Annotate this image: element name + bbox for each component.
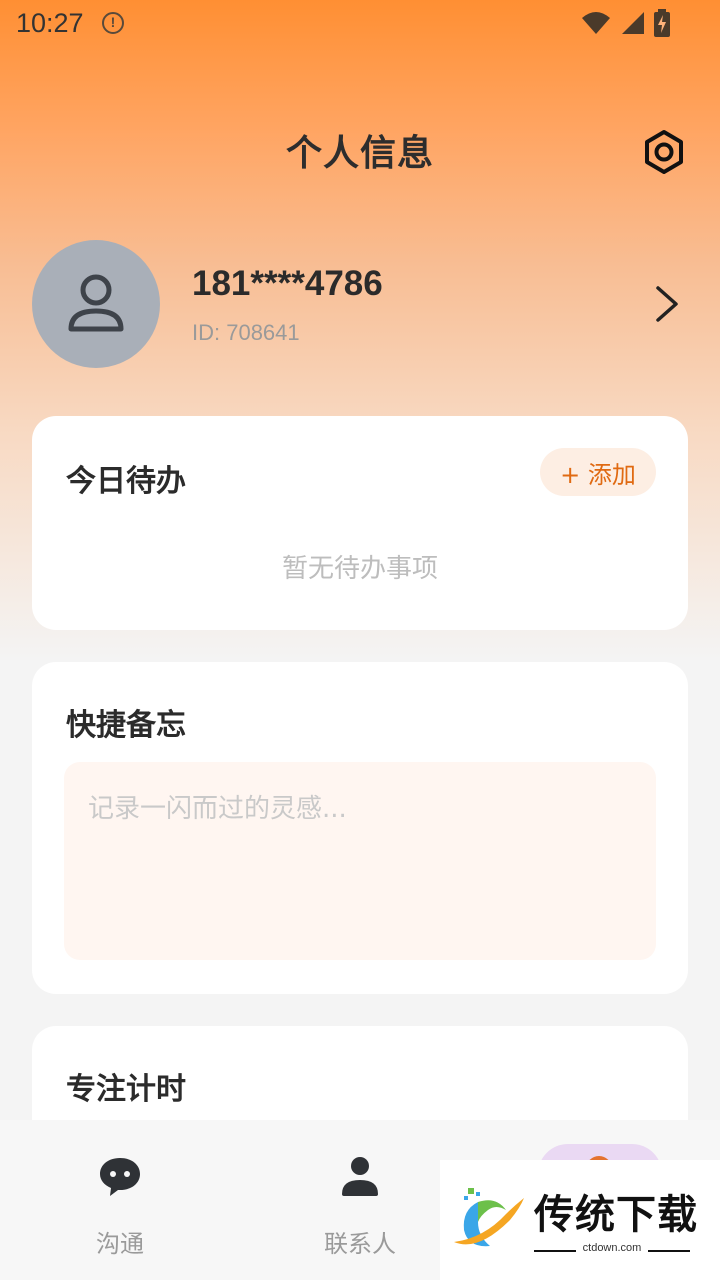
user-icon — [68, 274, 124, 332]
todo-title: 今日待办 — [66, 464, 186, 499]
settings-hexagon-icon — [645, 130, 683, 174]
status-bar: 10:27 ! — [0, 0, 720, 50]
todo-card: 今日待办 + 添加 暂无待办事项 — [32, 416, 688, 630]
avatar[interactable] — [32, 240, 160, 368]
settings-button[interactable] — [640, 128, 688, 176]
profile-row[interactable]: 181****4786 ID: 708641 — [32, 240, 688, 368]
add-todo-button[interactable]: + 添加 — [540, 448, 656, 496]
watermark-brand: 传统下载 — [534, 1192, 698, 1238]
memo-card: 快捷备忘 — [32, 662, 688, 994]
info-circle-icon: ! — [102, 12, 124, 34]
watermark-domain: ctdown.com — [582, 1242, 642, 1254]
status-icons — [580, 8, 670, 38]
memo-input[interactable] — [64, 762, 656, 960]
chevron-right-icon[interactable] — [652, 284, 682, 324]
status-time: 10:27 — [16, 8, 84, 38]
watermark-divider — [648, 1250, 690, 1252]
todo-empty-text: 暂无待办事项 — [281, 554, 438, 584]
focus-title: 专注计时 — [66, 1072, 186, 1107]
chat-bubble-icon — [100, 1158, 140, 1196]
user-phone: 181****4786 — [192, 264, 383, 303]
memo-title: 快捷备忘 — [66, 708, 186, 743]
page-title: 个人信息 — [285, 133, 434, 174]
signal-icon — [622, 12, 644, 34]
watermark-overlay: 传统下载 ctdown.com — [440, 1160, 720, 1280]
tab-chat[interactable]: 沟通 — [0, 1120, 240, 1280]
wifi-icon — [582, 12, 610, 34]
tab-chat-label: 沟通 — [96, 1230, 144, 1258]
person-icon — [342, 1157, 378, 1196]
user-id: ID: 708641 — [192, 320, 300, 345]
battery-charging-icon — [654, 9, 670, 37]
ctdown-logo-icon — [454, 1188, 524, 1247]
